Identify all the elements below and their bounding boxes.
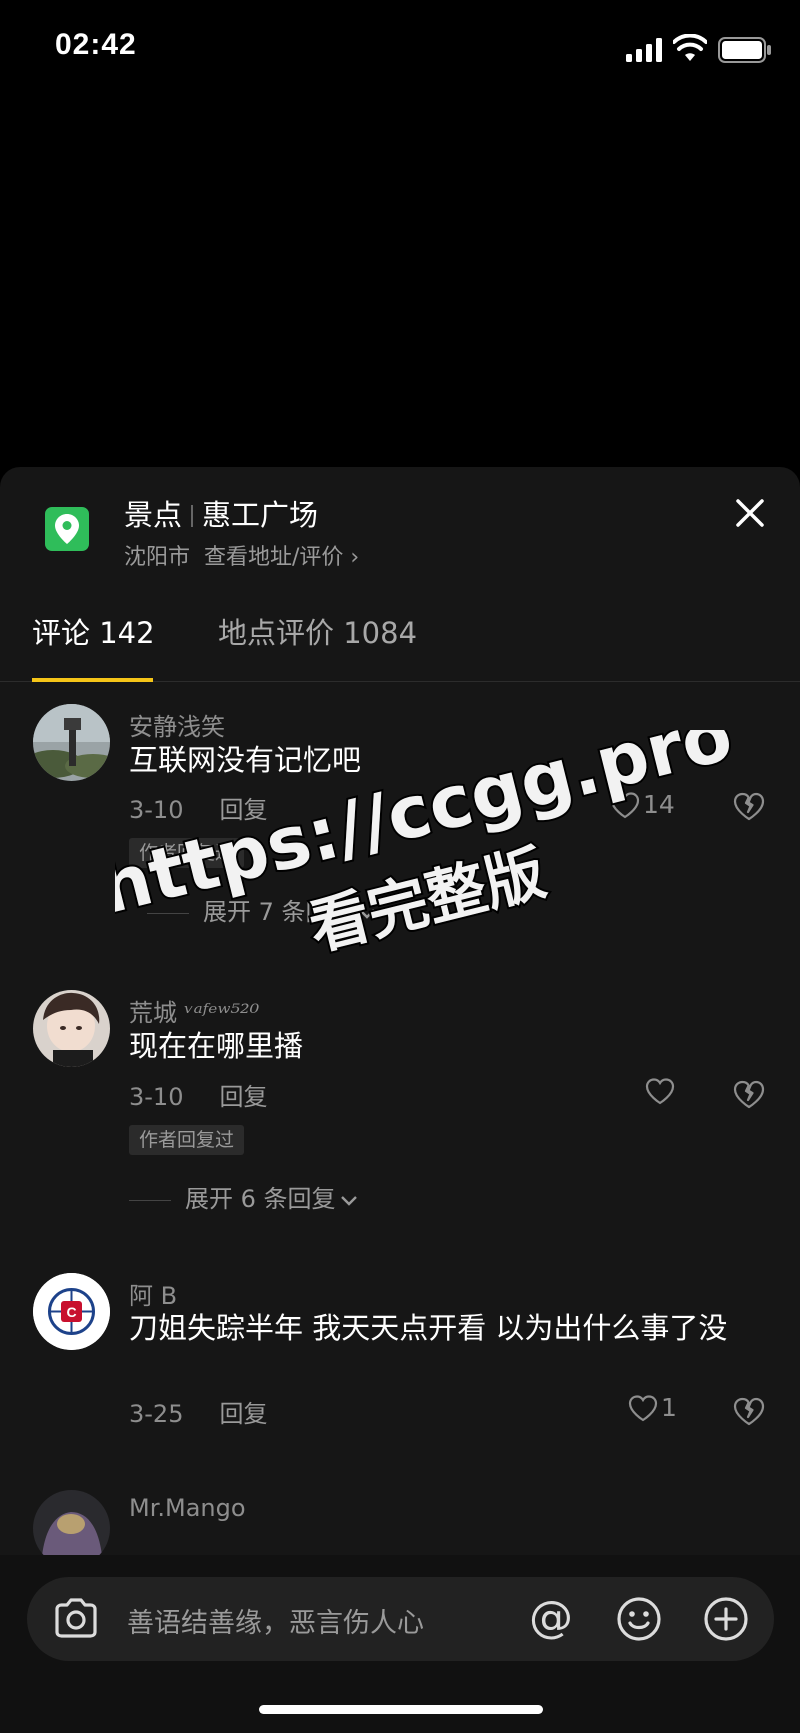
svg-text:C: C xyxy=(66,1304,76,1320)
heart-icon xyxy=(628,1395,658,1422)
divider-line xyxy=(147,912,189,914)
comment-username[interactable]: Mr.Mango xyxy=(129,1494,246,1522)
location-name: 惠工广场 xyxy=(202,498,319,532)
title-divider xyxy=(191,505,194,527)
broken-heart-icon[interactable] xyxy=(733,1080,765,1110)
like-button[interactable]: 1 xyxy=(628,1393,677,1425)
expand-replies-label: 展开 7 条回复 xyxy=(203,898,354,926)
comments-sheet: 景点 惠工广场 沈阳市 查看地址/评价 › 评论 142 地点评价 1084 安… xyxy=(0,467,800,1733)
comment-text: 现在在哪里播 xyxy=(129,1029,304,1063)
location-city: 沈阳市 xyxy=(124,545,191,570)
comment-text: 刀姐失踪半年 我天天点开看 以为出什么事了没 xyxy=(129,1311,728,1345)
comment-text: 互联网没有记忆吧 xyxy=(129,743,362,777)
comment-meta: 3-25 回复 xyxy=(129,1394,267,1429)
address-link[interactable]: 查看地址/评价 › xyxy=(204,545,359,570)
username-text: 荒城 xyxy=(129,999,177,1027)
username-decoration: ᵛᵃᶠᵉʷ⁵²⁰ xyxy=(184,999,260,1027)
add-icon[interactable] xyxy=(703,1596,749,1642)
like-button[interactable] xyxy=(645,1076,678,1108)
comment-date: 3-10 xyxy=(129,1083,184,1111)
divider-line xyxy=(129,1199,171,1201)
comment-meta: 3-10 回复 xyxy=(129,1077,267,1112)
comment-input-bar: 善语结善缘，恶言伤人心 @ xyxy=(0,1555,800,1733)
comment-meta: 3-10 回复 xyxy=(129,790,267,825)
reply-button[interactable]: 回复 xyxy=(219,796,267,824)
broken-heart-icon[interactable] xyxy=(733,1397,765,1427)
input-placeholder: 善语结善缘，恶言伤人心 xyxy=(127,1608,424,1639)
comment-username[interactable]: 安静浅笑 xyxy=(129,707,225,742)
status-bar: 02:42 xyxy=(0,0,800,100)
cellular-signal-icon xyxy=(626,38,662,62)
location-subtitle: 沈阳市 查看地址/评价 › xyxy=(124,539,359,571)
like-button[interactable]: 14 xyxy=(610,790,675,822)
comment-date: 3-25 xyxy=(129,1400,184,1428)
expand-replies-label: 展开 6 条回复 xyxy=(185,1185,336,1213)
status-time: 02:42 xyxy=(55,28,137,61)
emoji-icon[interactable] xyxy=(616,1596,662,1642)
avatar[interactable] xyxy=(33,704,110,781)
like-count: 1 xyxy=(661,1393,677,1422)
like-count: 14 xyxy=(643,790,675,819)
tab-place-reviews[interactable]: 地点评价 1084 xyxy=(218,610,417,652)
avatar[interactable]: C xyxy=(33,1273,110,1350)
author-replied-badge: 作者回复过 xyxy=(129,838,245,868)
wifi-icon xyxy=(673,34,707,61)
heart-icon xyxy=(610,792,640,819)
reply-button[interactable]: 回复 xyxy=(219,1400,267,1428)
reply-button[interactable]: 回复 xyxy=(219,1083,267,1111)
chevron-down-icon xyxy=(358,909,375,919)
chevron-down-icon xyxy=(340,1196,357,1206)
location-title: 景点 惠工广场 xyxy=(124,492,318,534)
comment-tabs: 评论 142 地点评价 1084 xyxy=(0,592,800,682)
comment-username[interactable]: 荒城 ᵛᵃᶠᵉʷ⁵²⁰ xyxy=(129,993,259,1028)
avatar[interactable] xyxy=(33,990,110,1067)
camera-icon[interactable] xyxy=(53,1597,99,1639)
heart-icon xyxy=(645,1078,675,1105)
active-tab-indicator xyxy=(32,678,153,682)
tab-comments[interactable]: 评论 142 xyxy=(32,610,155,652)
comment-date: 3-10 xyxy=(129,796,184,824)
location-pin-icon xyxy=(45,507,89,551)
location-category: 景点 xyxy=(124,498,183,532)
home-indicator[interactable] xyxy=(259,1705,543,1714)
expand-replies-button[interactable]: 展开 6 条回复 xyxy=(129,1179,358,1214)
location-header[interactable]: 景点 惠工广场 沈阳市 查看地址/评价 › xyxy=(0,467,800,577)
expand-replies-button[interactable]: 展开 7 条回复 xyxy=(147,892,376,927)
broken-heart-icon[interactable] xyxy=(733,792,765,822)
author-replied-badge: 作者回复过 xyxy=(129,1125,245,1155)
close-icon[interactable] xyxy=(730,493,770,533)
comment-input[interactable]: 善语结善缘，恶言伤人心 @ xyxy=(27,1577,774,1661)
battery-icon xyxy=(718,37,771,63)
mention-icon[interactable]: @ xyxy=(529,1593,573,1643)
